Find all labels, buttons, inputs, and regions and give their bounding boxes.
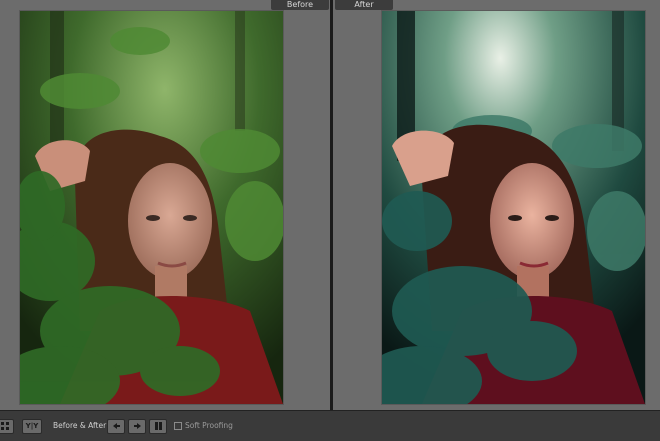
toolbar: Y|Y Before & After : Soft Proofing — [0, 410, 660, 441]
copy-after-to-before-button[interactable] — [128, 419, 146, 434]
soft-proofing-checkbox[interactable] — [174, 422, 182, 430]
soft-proofing-label: Soft Proofing — [185, 421, 233, 430]
before-after-view-button[interactable]: Y|Y — [22, 419, 42, 434]
before-photo[interactable] — [19, 10, 284, 405]
copy-before-to-after-button[interactable] — [107, 419, 125, 434]
before-pane: Before — [0, 0, 330, 410]
after-pane: After — [333, 0, 660, 410]
before-after-label: Before & After : — [53, 421, 112, 430]
after-label: After — [335, 0, 393, 10]
after-photo-image — [382, 11, 645, 404]
swap-button[interactable] — [149, 419, 167, 434]
copy-after-to-before-icon — [133, 423, 141, 429]
view-grid-button[interactable] — [0, 419, 14, 434]
after-photo[interactable] — [381, 10, 646, 405]
before-photo-image — [20, 11, 283, 404]
copy-before-to-after-icon — [112, 423, 120, 429]
before-label: Before — [271, 0, 329, 10]
grid-icon — [1, 422, 9, 430]
swap-icon — [154, 422, 162, 430]
